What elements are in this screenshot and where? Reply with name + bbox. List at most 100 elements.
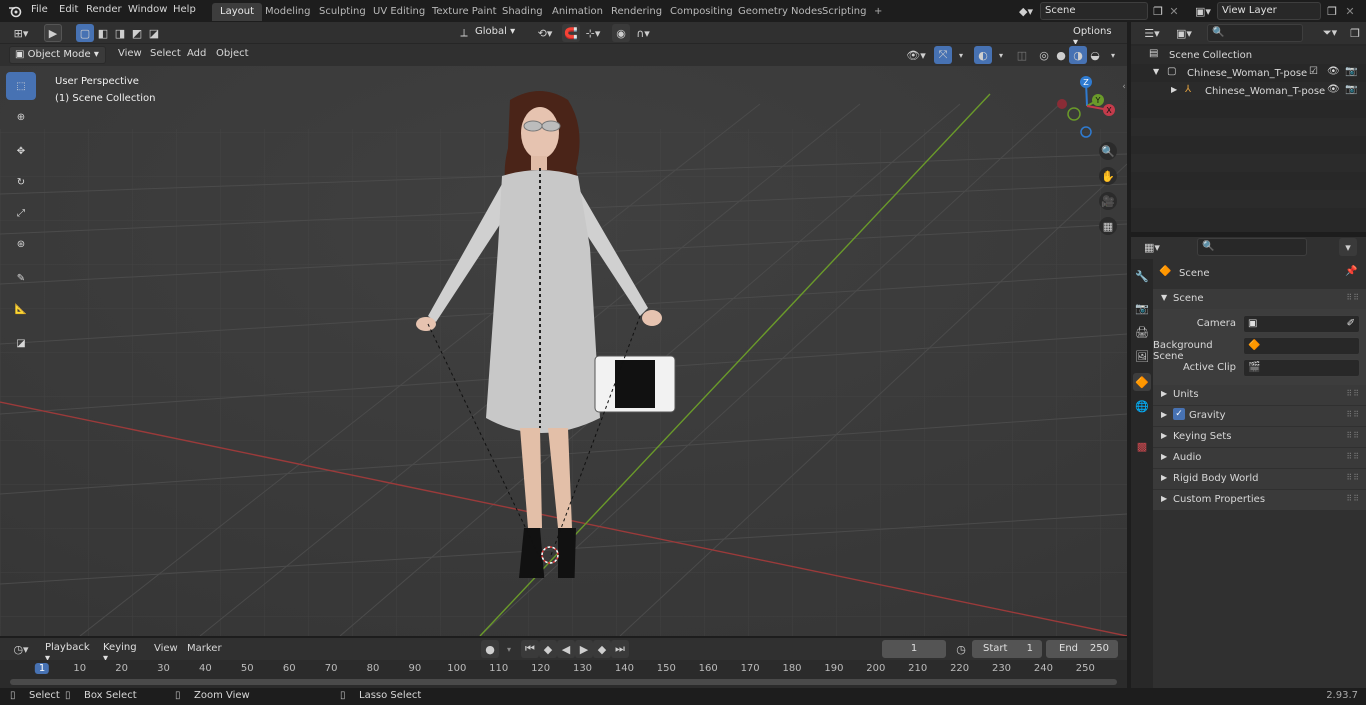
start-frame-field[interactable]: Start 1 — [972, 640, 1042, 658]
shading-dropdown-icon[interactable]: ▾ — [1104, 46, 1122, 64]
navigation-gizmo[interactable]: Z Y X — [1052, 72, 1122, 142]
select-extend-icon[interactable]: ◧ — [94, 24, 112, 42]
eyedropper-icon[interactable]: ✐ — [1347, 318, 1355, 329]
new-view-layer-icon[interactable]: ❐ — [1323, 2, 1341, 20]
delete-view-layer-icon[interactable]: ✕ — [1341, 2, 1359, 20]
object-render-camera-icon[interactable]: 📷 — [1345, 84, 1357, 95]
editor-type-icon[interactable]: ⊞▾ — [8, 24, 34, 42]
render-tab-icon[interactable]: 📷 — [1133, 299, 1151, 317]
scene-name-field[interactable]: Scene — [1040, 2, 1148, 20]
view-layer-field[interactable]: View Layer — [1217, 2, 1321, 20]
snap-target-icon[interactable]: ⊹▾ — [580, 24, 606, 42]
next-keyframe-icon[interactable]: ◆ — [593, 640, 611, 658]
subpanel-units[interactable]: ▶ Units ⠿⠿ — [1153, 385, 1366, 405]
camera-field[interactable]: ▣ ✐ — [1243, 315, 1360, 333]
outliner-editor-type-icon[interactable]: ☰▾ — [1139, 24, 1165, 42]
expand-arrow-icon[interactable]: ▼ — [1153, 67, 1159, 76]
new-collection-icon[interactable]: ❐ — [1346, 24, 1364, 42]
display-mode-icon[interactable]: ▣▾ — [1171, 24, 1197, 42]
menu-help[interactable]: Help — [173, 4, 196, 15]
menu-edit[interactable]: Edit — [59, 4, 78, 15]
active-clip-field[interactable]: 🎬 — [1243, 359, 1360, 377]
tab-animation[interactable]: Animation — [544, 3, 611, 21]
zoom-icon[interactable]: 🔍 — [1099, 142, 1117, 160]
timeline-menu-marker[interactable]: Marker — [187, 643, 222, 654]
keying-menu[interactable]: Keying ▾ — [98, 640, 146, 664]
proportional-edit-icon[interactable]: ◉ — [612, 24, 630, 42]
collapse-arrow-icon[interactable]: ▶ — [1171, 85, 1177, 94]
overlays-toggle-icon[interactable]: ◐ — [974, 46, 992, 64]
exclude-checkbox-icon[interactable]: ☑ — [1309, 66, 1318, 77]
viewport-menu-select[interactable]: Select — [150, 48, 181, 59]
falloff-icon[interactable]: ∩▾ — [630, 24, 656, 42]
drag-handle-icon[interactable]: ⠿⠿ — [1346, 431, 1360, 440]
record-dropdown-icon[interactable]: ▾ — [500, 640, 518, 658]
xray-toggle-icon[interactable]: ◫ — [1013, 46, 1031, 64]
properties-options-icon[interactable]: ▾ — [1339, 238, 1357, 256]
jump-start-icon[interactable]: ⏮ — [521, 640, 539, 658]
tab-rendering[interactable]: Rendering — [603, 3, 670, 21]
menu-window[interactable]: Window — [128, 4, 167, 15]
drag-handle-icon[interactable]: ⠿⠿ — [1346, 293, 1360, 302]
annotate-tool-icon[interactable]: ✎ — [6, 264, 36, 292]
timeline-editor-type-icon[interactable]: ◷▾ — [8, 640, 34, 658]
playback-menu[interactable]: Playback ▾ — [40, 640, 96, 664]
timeline-menu-view[interactable]: View — [154, 643, 178, 654]
select-subtract-icon[interactable]: ◨ — [111, 24, 129, 42]
subpanel-keying-sets[interactable]: ▶ Keying Sets ⠿⠿ — [1153, 427, 1366, 447]
gravity-checkbox[interactable]: ✓ — [1173, 408, 1185, 420]
subpanel-rigid-body-world[interactable]: ▶ Rigid Body World ⠿⠿ — [1153, 469, 1366, 489]
drag-handle-icon[interactable]: ⠿⠿ — [1346, 389, 1360, 398]
outliner-row-object[interactable]: ▶ ⅄ Chinese_Woman_T-pose 👁 📷 — [1131, 82, 1366, 100]
select-invert-icon[interactable]: ◩ — [128, 24, 146, 42]
select-new-icon[interactable]: ▢ — [76, 24, 94, 42]
character-model[interactable] — [390, 88, 710, 578]
scene-browse-icon[interactable]: ◆▾ — [1014, 2, 1038, 20]
view-layer-browse-icon[interactable]: ▣▾ — [1190, 2, 1216, 20]
tab-uv-editing[interactable]: UV Editing — [365, 3, 433, 21]
select-box-tool-icon[interactable]: ⬚ — [6, 72, 36, 100]
cursor-tool-icon[interactable]: ⊕ — [6, 103, 36, 131]
add-workspace-button[interactable]: + — [866, 3, 890, 21]
solid-shading-icon[interactable]: ● — [1052, 46, 1070, 64]
sidebar-toggle-icon[interactable]: ‹ — [1115, 78, 1127, 96]
subpanel-audio[interactable]: ▶ Audio ⠿⠿ — [1153, 448, 1366, 468]
subpanel-gravity[interactable]: ▶ ✓ Gravity ⠿⠿ — [1153, 406, 1366, 426]
world-tab-icon[interactable]: 🌐 — [1133, 397, 1151, 415]
select-intersect-icon[interactable]: ◪ — [145, 24, 163, 42]
tab-shading[interactable]: Shading — [494, 3, 551, 21]
camera-view-icon[interactable]: 🎥 — [1099, 192, 1117, 210]
drag-handle-icon[interactable]: ⠿⠿ — [1346, 473, 1360, 482]
perspective-toggle-icon[interactable]: ▦ — [1099, 217, 1117, 235]
object-visibility-eye-icon[interactable]: 👁 — [1327, 84, 1340, 95]
viewport-menu-object[interactable]: Object — [216, 48, 249, 59]
tool-tab-icon[interactable]: 🔧 — [1133, 267, 1151, 285]
move-tool-icon[interactable]: ✥ — [6, 137, 36, 165]
play-icon[interactable]: ▶ — [575, 640, 593, 658]
overlays-dropdown-icon[interactable]: ▾ — [992, 46, 1010, 64]
pin-icon[interactable]: 📌 — [1345, 266, 1357, 277]
jump-end-icon[interactable]: ⏭ — [611, 640, 629, 658]
outliner-row-collection[interactable]: ▼ ▢ Chinese_Woman_T-pose ☑ 👁 📷 — [1131, 64, 1366, 82]
3d-cursor-icon[interactable] — [539, 544, 561, 566]
blender-logo-icon[interactable] — [6, 2, 24, 20]
outliner-row-root[interactable]: ▤ Scene Collection — [1131, 46, 1366, 64]
transform-orientation-dropdown[interactable]: Global ▾ — [470, 24, 524, 42]
subpanel-custom-properties[interactable]: ▶ Custom Properties ⠿⠿ — [1153, 490, 1366, 510]
properties-editor-type-icon[interactable]: ▦▾ — [1139, 238, 1165, 256]
add-cube-tool-icon[interactable]: ◪ — [6, 329, 36, 357]
measure-tool-icon[interactable]: 📐 — [6, 295, 36, 323]
wireframe-shading-icon[interactable]: ◎ — [1035, 46, 1053, 64]
texture-tab-icon[interactable]: ▩ — [1133, 437, 1151, 455]
record-icon[interactable]: ● — [481, 640, 499, 658]
delete-scene-icon[interactable]: ✕ — [1165, 2, 1183, 20]
gizmo-dropdown-icon[interactable]: ▾ — [952, 46, 970, 64]
rotate-tool-icon[interactable]: ↻ — [6, 168, 36, 196]
visibility-filter-icon[interactable]: 👁▾ — [902, 46, 930, 64]
viewport-menu-view[interactable]: View — [118, 48, 142, 59]
timeline-area[interactable]: 1 10 20 30 40 50 60 70 80 90 100 110 120 130 140 150 160… — [0, 660, 1127, 688]
tab-layout[interactable]: Layout — [212, 3, 262, 21]
output-tab-icon[interactable]: 🖨 — [1133, 323, 1151, 341]
drag-handle-icon[interactable]: ⠿⠿ — [1346, 452, 1360, 461]
tab-compositing[interactable]: Compositing — [662, 3, 741, 21]
